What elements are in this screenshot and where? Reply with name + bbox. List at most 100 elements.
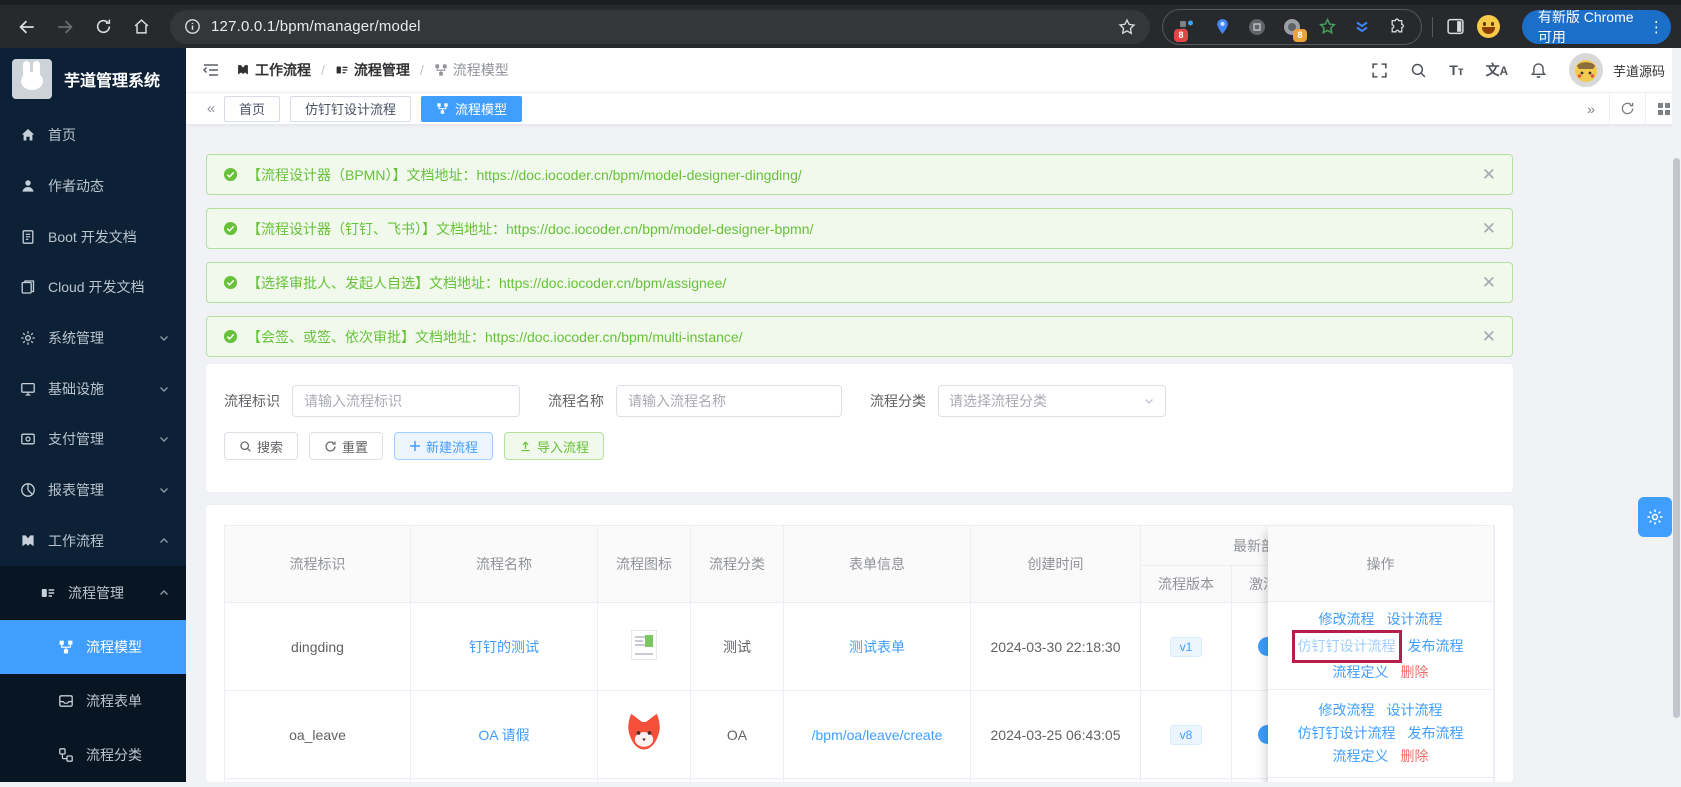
collapse-menu-icon[interactable] [202, 61, 220, 79]
sidebar-item-process-mgmt[interactable]: 流程管理 [0, 566, 186, 620]
breadcrumb-separator: / [321, 62, 325, 78]
chevron-up-icon [158, 535, 170, 547]
process-name-input[interactable] [616, 385, 842, 417]
sidebar-item-workflow[interactable]: 工作流程 [0, 515, 186, 566]
close-icon[interactable]: ✕ [1482, 220, 1496, 237]
sidebar-item-cloud-docs[interactable]: Cloud 开发文档 [0, 262, 186, 313]
publish-process-link[interactable]: 发布流程 [1408, 636, 1464, 657]
close-icon[interactable]: ✕ [1482, 274, 1496, 291]
success-icon [223, 275, 238, 290]
col-process-category: 流程分类 [691, 526, 784, 603]
extension-icon-6[interactable] [1351, 16, 1373, 38]
locale-icon[interactable]: 文A [1486, 60, 1508, 80]
process-definition-link[interactable]: 流程定义 [1333, 746, 1389, 767]
process-model-icon [58, 639, 74, 655]
extension-icon-3[interactable] [1246, 16, 1268, 38]
close-icon[interactable]: ✕ [1482, 166, 1496, 183]
fullscreen-icon[interactable] [1371, 62, 1388, 79]
doc-link[interactable]: https://doc.iocoder.cn/bpm/model-designe… [476, 167, 801, 183]
publish-process-link[interactable]: 发布流程 [1408, 723, 1464, 744]
process-category-select[interactable]: 请选择流程分类 [938, 385, 1166, 417]
form-info-link[interactable]: /bpm/oa/leave/create [812, 727, 943, 743]
profile-avatar-icon[interactable] [1477, 15, 1500, 38]
design-process-link[interactable]: 设计流程 [1387, 609, 1443, 630]
delete-link[interactable]: 删除 [1401, 746, 1429, 767]
reset-button[interactable]: 重置 [309, 432, 383, 460]
sidebar-item-boot-docs[interactable]: Boot 开发文档 [0, 211, 186, 262]
theme-settings-button[interactable] [1638, 497, 1672, 537]
browser-menu-icon[interactable]: ⋮ [1648, 18, 1665, 36]
create-process-button[interactable]: 新建流程 [394, 432, 493, 460]
sidebar-item-home[interactable]: 首页 [0, 110, 186, 161]
scrollbar-thumb[interactable] [1673, 158, 1680, 718]
address-bar[interactable]: 127.0.0.1/bpm/manager/model [170, 10, 1150, 44]
url-text[interactable]: 127.0.0.1/bpm/manager/model [211, 18, 421, 35]
tabs-scroll-left-icon[interactable]: « [198, 100, 224, 117]
extension-icon-2[interactable] [1211, 16, 1233, 38]
sidebar-item-system[interactable]: 系统管理 [0, 313, 186, 364]
tab-dingding-design[interactable]: 仿钉钉设计流程 [290, 96, 411, 122]
process-id-input[interactable] [292, 385, 520, 417]
sidebar-item-process-form[interactable]: 流程表单 [0, 674, 186, 728]
cell-process-id: oa_leave [225, 691, 411, 779]
workflow-icon [20, 533, 36, 549]
site-info-icon[interactable] [184, 18, 201, 35]
process-name-link[interactable]: 钉钉的测试 [469, 639, 539, 655]
doc-link[interactable]: https://doc.iocoder.cn/bpm/multi-instanc… [485, 329, 743, 345]
design-process-link[interactable]: 设计流程 [1387, 700, 1443, 721]
search-form: 流程标识 流程名称 流程分类 请选择流程分类 搜索 [206, 364, 1513, 492]
page-scrollbar[interactable] [1672, 48, 1681, 782]
reload-icon[interactable] [90, 14, 116, 40]
edit-process-link[interactable]: 修改流程 [1319, 609, 1375, 630]
breadcrumb-process-mgmt[interactable]: 流程管理 [335, 60, 410, 80]
extension-icon-1[interactable]: 8 [1176, 16, 1198, 38]
sidebar-item-author[interactable]: 作者动态 [0, 161, 186, 212]
bookmark-star-icon[interactable] [1118, 18, 1136, 36]
search-icon[interactable] [1410, 62, 1427, 79]
search-button[interactable]: 搜索 [224, 432, 298, 460]
close-icon[interactable]: ✕ [1482, 328, 1496, 345]
process-list-icon [335, 63, 349, 77]
sidebar-item-report[interactable]: 报表管理 [0, 465, 186, 516]
breadcrumb-workflow[interactable]: 工作流程 [236, 60, 311, 80]
forward-icon[interactable] [52, 14, 78, 40]
dingding-design-link[interactable]: 仿钉钉设计流程 [1298, 636, 1396, 657]
extension-badge-red: 8 [1174, 29, 1188, 42]
process-definition-link[interactable]: 流程定义 [1333, 662, 1389, 683]
refresh-tab-icon[interactable] [1609, 93, 1645, 124]
tab-home[interactable]: 首页 [224, 96, 280, 122]
username[interactable]: 芋道源码 [1613, 61, 1665, 80]
doc-link[interactable]: https://doc.iocoder.cn/bpm/assignee/ [499, 275, 726, 291]
delete-link[interactable]: 删除 [1401, 662, 1429, 683]
process-model-icon [436, 102, 449, 115]
cell-process-id: dingding [225, 603, 411, 691]
extension-icon-4[interactable]: 8 [1281, 16, 1303, 38]
home-icon-browser[interactable] [128, 14, 154, 40]
tabs-scroll-right-icon[interactable]: » [1573, 93, 1609, 124]
sidebar-item-payment[interactable]: 支付管理 [0, 414, 186, 465]
side-panel-icon[interactable] [1443, 14, 1469, 40]
tags-view-bar: « 首页 仿钉钉设计流程 流程模型 » [186, 93, 1681, 124]
form-info-link[interactable]: 测试表单 [849, 639, 905, 655]
top-navbar: 工作流程 / 流程管理 / 流程模型 [186, 48, 1681, 93]
sidebar-item-infra[interactable]: 基础设施 [0, 363, 186, 414]
pie-chart-icon [20, 482, 36, 498]
dingding-design-link[interactable]: 仿钉钉设计流程 [1298, 723, 1396, 744]
breadcrumb-separator: / [420, 62, 424, 78]
col-process-icon: 流程图标 [598, 526, 691, 603]
font-size-icon[interactable]: Tт [1449, 62, 1463, 78]
chrome-update-button[interactable]: 有新版 Chrome 可用 ⋮ [1522, 10, 1671, 44]
user-avatar[interactable] [1569, 53, 1603, 87]
tab-process-model[interactable]: 流程模型 [421, 96, 522, 122]
sidebar-item-process-model[interactable]: 流程模型 [0, 620, 186, 674]
back-icon[interactable] [14, 14, 40, 40]
bell-icon[interactable] [1530, 62, 1547, 79]
extension-icon-5[interactable] [1316, 16, 1338, 38]
import-process-button[interactable]: 导入流程 [504, 432, 604, 460]
puzzle-extensions-icon[interactable] [1386, 16, 1408, 38]
col-process-name: 流程名称 [411, 526, 598, 603]
process-name-link[interactable]: OA 请假 [478, 727, 529, 743]
doc-link[interactable]: https://doc.iocoder.cn/bpm/model-designe… [506, 221, 813, 237]
sidebar-item-process-category[interactable]: 流程分类 [0, 728, 186, 782]
edit-process-link[interactable]: 修改流程 [1319, 700, 1375, 721]
